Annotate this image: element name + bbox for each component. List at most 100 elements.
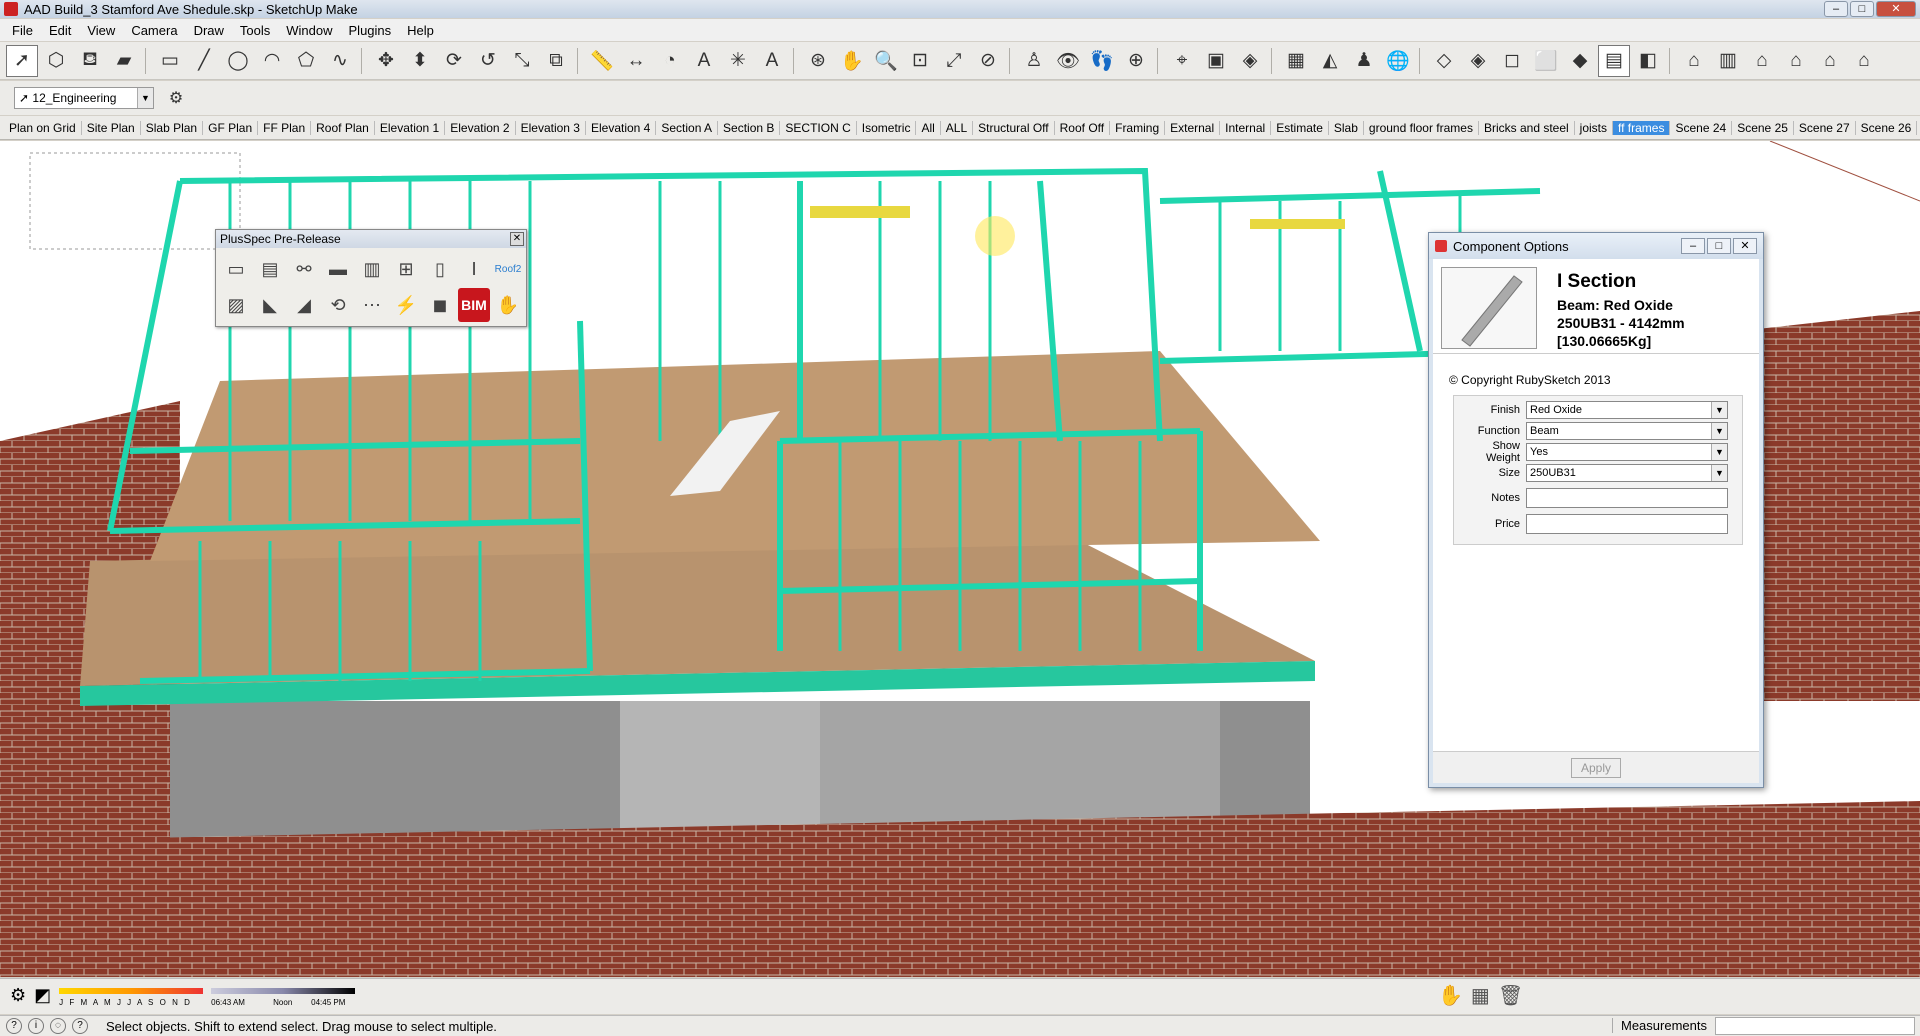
tape-measure-icon[interactable]: 📏	[586, 45, 618, 77]
look-around-icon[interactable]: 👁	[1052, 45, 1084, 77]
menu-plugins[interactable]: Plugins	[341, 23, 400, 38]
dialog-close-button[interactable]: ✕	[1733, 238, 1757, 254]
target-icon[interactable]: ⌖	[1166, 45, 1198, 77]
menu-camera[interactable]: Camera	[123, 23, 185, 38]
shadow-settings-icon[interactable]: ⚙	[10, 985, 26, 1006]
bim-button[interactable]: BIM	[458, 288, 490, 322]
monochrome-icon[interactable]: ◧	[1632, 45, 1664, 77]
3d-text-icon[interactable]: A	[756, 45, 788, 77]
plusspec-roof-label[interactable]: Roof2	[492, 252, 524, 286]
plusspec-door-icon[interactable]: ▯	[424, 252, 456, 286]
plusspec-hand-icon[interactable]: ✋	[492, 288, 524, 322]
dialog-minimize-button[interactable]: –	[1681, 238, 1705, 254]
wireframe-icon[interactable]: ◻	[1496, 45, 1528, 77]
show-weight-select[interactable]: Yes ▼	[1526, 443, 1728, 461]
scene-tab[interactable]: Section A	[656, 120, 719, 135]
chevron-down-icon[interactable]: ▼	[137, 88, 153, 108]
scene-tab[interactable]: Internal	[1220, 120, 1272, 135]
function-select[interactable]: Beam ▼	[1526, 422, 1728, 440]
plusspec-camera-icon[interactable]: ⟲	[322, 288, 354, 322]
apply-button[interactable]: Apply	[1571, 758, 1621, 778]
pan-icon[interactable]: ✋	[836, 45, 868, 77]
scene-tab[interactable]: joists	[1575, 120, 1614, 135]
scene-tab[interactable]: Elevation 2	[445, 120, 516, 135]
scene-tab[interactable]: Section B	[718, 120, 781, 135]
menu-window[interactable]: Window	[278, 23, 340, 38]
menu-view[interactable]: View	[79, 23, 123, 38]
scene-tab[interactable]: All	[916, 120, 941, 135]
shadow-toggle-icon[interactable]: ◩	[34, 985, 51, 1006]
scene-tab[interactable]: Slab Plan	[141, 120, 204, 135]
plusspec-stair-icon[interactable]: ◣	[254, 288, 286, 322]
push-pull-icon[interactable]: ⬍	[404, 45, 436, 77]
get-models-icon[interactable]: ▣	[1200, 45, 1232, 77]
scene-tab[interactable]: GF Plan	[203, 120, 259, 135]
front-view-icon[interactable]: ⌂	[1746, 45, 1778, 77]
scene-tab[interactable]: Isometric	[857, 120, 917, 135]
geo-location-icon[interactable]: ?	[6, 1018, 22, 1034]
section-plane-icon[interactable]: ⊕	[1120, 45, 1152, 77]
shaded-textures-icon[interactable]: ▤	[1598, 44, 1630, 77]
rotate-tool-icon[interactable]: ⟳	[438, 45, 470, 77]
hand-tool-icon[interactable]: ✋	[1438, 983, 1463, 1008]
scene-tab[interactable]: Scene 26	[1856, 120, 1918, 135]
menu-tools[interactable]: Tools	[232, 23, 278, 38]
plusspec-window-icon[interactable]: ⊞	[390, 252, 422, 286]
price-field[interactable]	[1526, 514, 1728, 534]
layer-dropdown[interactable]: ➚ 12_Engineering ▼	[14, 87, 154, 109]
eraser-icon[interactable]: ▰	[108, 45, 140, 77]
scene-tab[interactable]: Bricks and steel	[1479, 120, 1575, 135]
measurements-input[interactable]	[1715, 1017, 1915, 1035]
dialog-maximize-button[interactable]: □	[1707, 238, 1731, 254]
plusspec-wall-icon[interactable]: ▭	[220, 252, 252, 286]
notes-field[interactable]	[1526, 488, 1728, 508]
right-view-icon[interactable]: ⌂	[1780, 45, 1812, 77]
scene-tab[interactable]: Structural Off	[973, 120, 1055, 135]
minimize-button[interactable]: –	[1824, 1, 1848, 17]
move-tool-icon[interactable]: ✥	[370, 45, 402, 77]
menu-edit[interactable]: Edit	[41, 23, 79, 38]
scene-tab[interactable]: Slab	[1329, 120, 1364, 135]
menu-help[interactable]: Help	[399, 23, 442, 38]
share-model-icon[interactable]: ◈	[1234, 45, 1266, 77]
line-tool-icon[interactable]: ╱	[188, 45, 220, 77]
zoom-window-icon[interactable]: ⊡	[904, 45, 936, 77]
scene-tab[interactable]: Estimate	[1271, 120, 1329, 135]
plusspec-landscape-icon[interactable]: ▨	[220, 288, 252, 322]
select-tool-icon[interactable]: ➚	[6, 44, 38, 77]
scene-tab[interactable]: ALL	[941, 120, 974, 135]
protractor-icon[interactable]: ◔	[654, 45, 686, 77]
model-viewport[interactable]: PlusSpec Pre-Release ✕ ▭ ▤ ⚯ ▬ ▥ ⊞ ▯ Ⅰ Ro…	[0, 141, 1920, 977]
offset-tool-icon[interactable]: ⧉	[540, 45, 572, 77]
component-tool-icon[interactable]: ⬡	[40, 45, 72, 77]
circle-tool-icon[interactable]: ◯	[222, 45, 254, 77]
arc-tool-icon[interactable]: ◠	[256, 45, 288, 77]
hidden-line-icon[interactable]: ⬜	[1530, 45, 1562, 77]
plusspec-small-icon[interactable]: ▦	[1471, 983, 1490, 1008]
scene-tab[interactable]: Site Plan	[82, 120, 141, 135]
month-slider[interactable]: J F M A M J J A S O N D	[59, 986, 204, 1007]
person-icon[interactable]: ♟	[1348, 45, 1380, 77]
scene-tab[interactable]: Elevation 4	[586, 120, 657, 135]
plusspec-runner-icon[interactable]: ⚡	[390, 288, 422, 322]
scale-tool-icon[interactable]: ⤡	[506, 45, 538, 77]
layer-manager-icon[interactable]: ⚙	[160, 82, 192, 114]
scene-tab[interactable]: Plan on Grid	[4, 120, 82, 135]
back-edges-icon[interactable]: ◈	[1462, 45, 1494, 77]
plusspec-beam-icon[interactable]: ▬	[322, 252, 354, 286]
scene-tab[interactable]: Elevation 3	[516, 120, 586, 135]
follow-me-icon[interactable]: ↺	[472, 45, 504, 77]
shaded-icon[interactable]: ◆	[1564, 45, 1596, 77]
scene-tab[interactable]: Framing	[1110, 120, 1166, 135]
plusspec-column-icon[interactable]: Ⅰ	[458, 252, 490, 286]
close-window-button[interactable]: ✕	[1876, 1, 1916, 17]
orbit-icon[interactable]: ⊛	[802, 45, 834, 77]
text-tool-icon[interactable]: A	[688, 45, 720, 77]
plusspec-grid-icon[interactable]: ⋯	[356, 288, 388, 322]
zoom-extents-icon[interactable]: ⤢	[938, 45, 970, 77]
iso-view-icon[interactable]: ⌂	[1678, 45, 1710, 77]
rectangle-tool-icon[interactable]: ▭	[154, 45, 186, 77]
scene-tab[interactable]: Scene 25	[1732, 120, 1794, 135]
maximize-button[interactable]: □	[1850, 1, 1874, 17]
zoom-icon[interactable]: 🔍	[870, 45, 902, 77]
